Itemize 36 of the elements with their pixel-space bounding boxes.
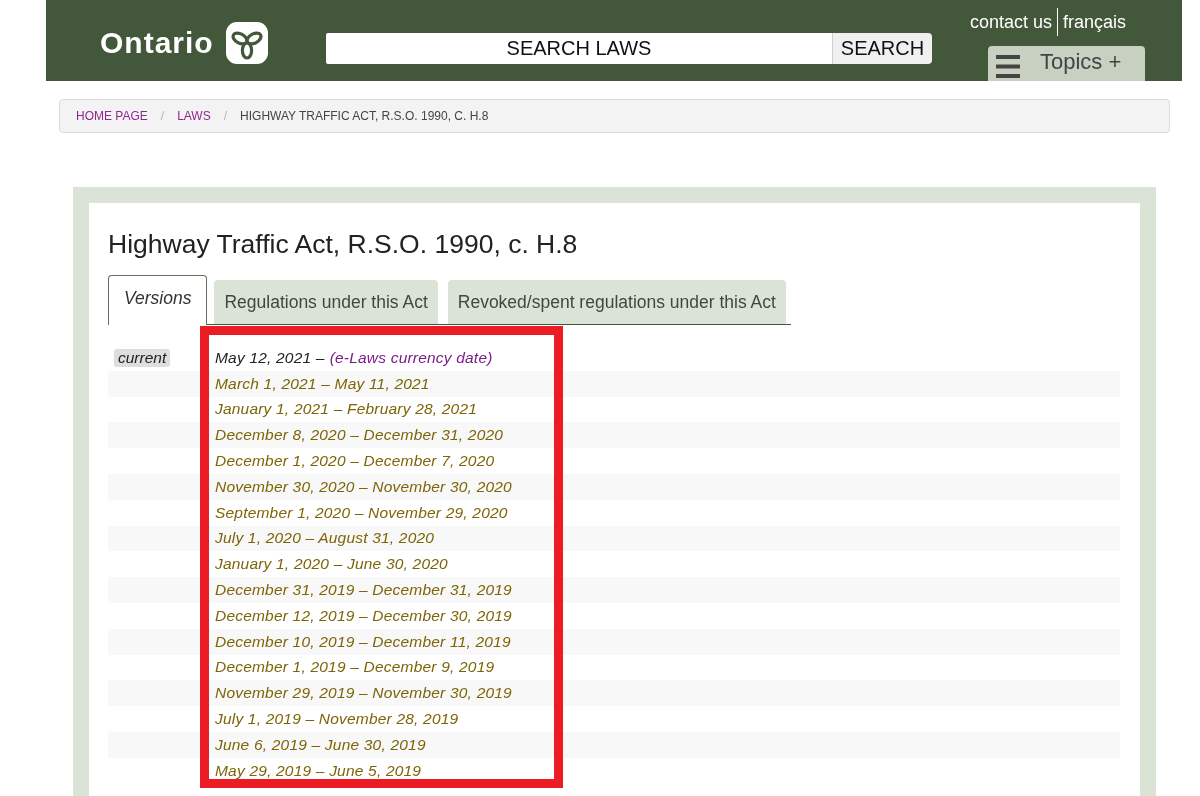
version-link[interactable]: July 1, 2020 – August 31, 2020 [215,529,435,548]
site-logo-text[interactable]: Ontario [100,26,214,60]
version-link[interactable]: January 1, 2020 – June 30, 2020 [215,555,448,574]
topics-menu-button[interactable]: Topics + [988,46,1145,81]
breadcrumb-separator: / [159,109,166,123]
version-link[interactable]: November 29, 2019 – November 30, 2019 [215,684,512,703]
version-date: May 12, 2021 – [215,348,325,367]
version-link[interactable]: January 1, 2021 – February 28, 2021 [215,400,478,419]
search-field[interactable]: SEARCH LAWS [326,33,832,64]
version-link[interactable]: September 1, 2020 – November 29, 2020 [215,503,508,522]
header-link[interactable]: français [1063,11,1127,33]
version-link[interactable]: December 31, 2019 – December 31, 2019 [215,581,512,600]
version-link[interactable]: December 1, 2020 – December 7, 2020 [215,452,495,471]
header-link[interactable]: contact us [970,11,1053,33]
current-badge: current [114,348,171,367]
currency-date-link[interactable]: (e-Laws currency date) [329,348,493,367]
version-link[interactable]: May 29, 2019 – June 5, 2019 [215,761,422,780]
breadcrumb-separator: / [222,109,229,123]
tab[interactable]: Versions [108,275,208,325]
breadcrumb-link[interactable]: HOME PAGE [76,109,148,123]
version-link[interactable]: December 10, 2019 – December 11, 2019 [215,632,511,651]
version-link[interactable]: March 1, 2021 – May 11, 2021 [215,374,430,393]
breadcrumb-current: HIGHWAY TRAFFIC ACT, R.S.O. 1990, C. H.8 [240,109,489,123]
menu-icon [996,55,1020,78]
search-button[interactable]: SEARCH [832,33,932,64]
version-link[interactable]: December 8, 2020 – December 31, 2020 [215,426,504,445]
version-link[interactable]: July 1, 2019 – November 28, 2019 [215,710,459,729]
version-link[interactable]: June 6, 2019 – June 30, 2019 [215,735,426,754]
breadcrumb-link[interactable]: LAWS [177,109,211,123]
page-title: Highway Traffic Act, R.S.O. 1990, c. H.8 [108,230,578,259]
flower-logo-icon[interactable] [226,22,268,64]
version-link[interactable]: December 1, 2019 – December 9, 2019 [215,658,495,677]
version-link[interactable]: November 30, 2020 – November 30, 2020 [215,477,512,496]
tab[interactable]: Revoked/spent regulations under this Act [447,280,786,324]
tab[interactable]: Regulations under this Act [214,280,438,324]
version-link[interactable]: December 12, 2019 – December 30, 2019 [215,606,512,625]
